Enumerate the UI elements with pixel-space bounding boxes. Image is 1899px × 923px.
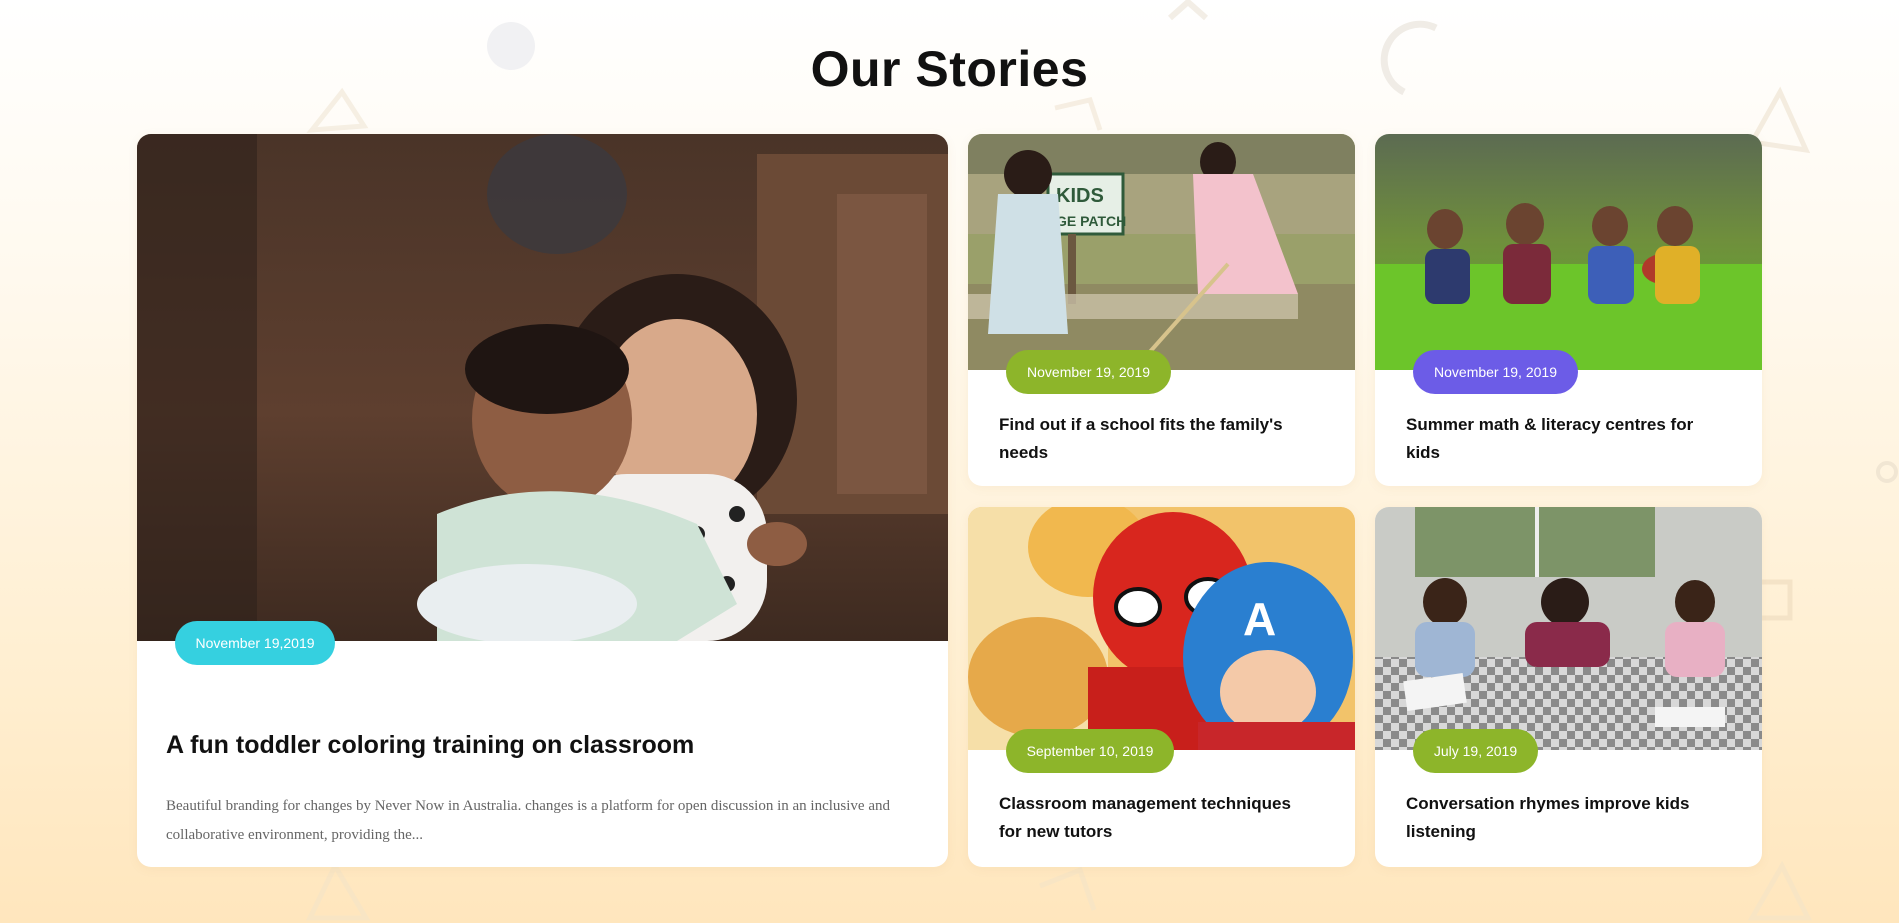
svg-text:GE PATCH: GE PATCH	[1056, 213, 1126, 229]
svg-text:A: A	[1243, 593, 1276, 645]
story-image[interactable]	[1375, 507, 1762, 750]
chevron-shape-icon	[1168, 0, 1208, 21]
triangle-shape-icon	[1747, 860, 1813, 921]
featured-story-title[interactable]: A fun toddler coloring training on class…	[166, 728, 694, 762]
story-title[interactable]: Classroom management techniques for new …	[999, 790, 1299, 846]
story-image[interactable]: A	[968, 507, 1355, 750]
story-date-badge: September 10, 2019	[1006, 729, 1174, 773]
story-title[interactable]: Find out if a school fits the family's n…	[999, 411, 1299, 467]
story-date-badge: July 19, 2019	[1413, 729, 1538, 773]
featured-story-excerpt: Beautiful branding for changes by Never …	[166, 798, 890, 843]
story-card[interactable]: July 19, 2019 Conversation rhymes improv…	[1375, 507, 1762, 867]
story-card[interactable]: November 19, 2019 Summer math & literacy…	[1375, 134, 1762, 486]
section-title: Our Stories	[810, 41, 1089, 97]
featured-story-date-badge: November 19,2019	[175, 621, 335, 665]
story-image[interactable]	[1375, 134, 1762, 370]
svg-text:KIDS: KIDS	[1056, 185, 1104, 207]
story-card[interactable]: A September 10, 2019 Classroom managemen…	[968, 507, 1355, 867]
featured-story-card[interactable]: November 19,2019 A fun toddler coloring …	[137, 134, 948, 867]
story-date-badge: November 19, 2019	[1413, 350, 1578, 394]
story-card[interactable]: KIDS GE PATCH November 19, 2019 Find out…	[968, 134, 1355, 486]
featured-story-image[interactable]	[137, 134, 948, 641]
square-shape-icon	[1039, 866, 1097, 911]
triangle-shape-icon	[306, 860, 371, 921]
story-image[interactable]: KIDS GE PATCH	[968, 134, 1355, 370]
circle-shape-icon	[1876, 461, 1898, 483]
story-title[interactable]: Summer math & literacy centres for kids	[1406, 411, 1706, 467]
square-shape-icon	[1760, 579, 1793, 621]
square-shape-icon	[1054, 97, 1103, 131]
story-title[interactable]: Conversation rhymes improve kids listeni…	[1406, 790, 1706, 846]
story-date-badge: November 19, 2019	[1006, 350, 1171, 394]
